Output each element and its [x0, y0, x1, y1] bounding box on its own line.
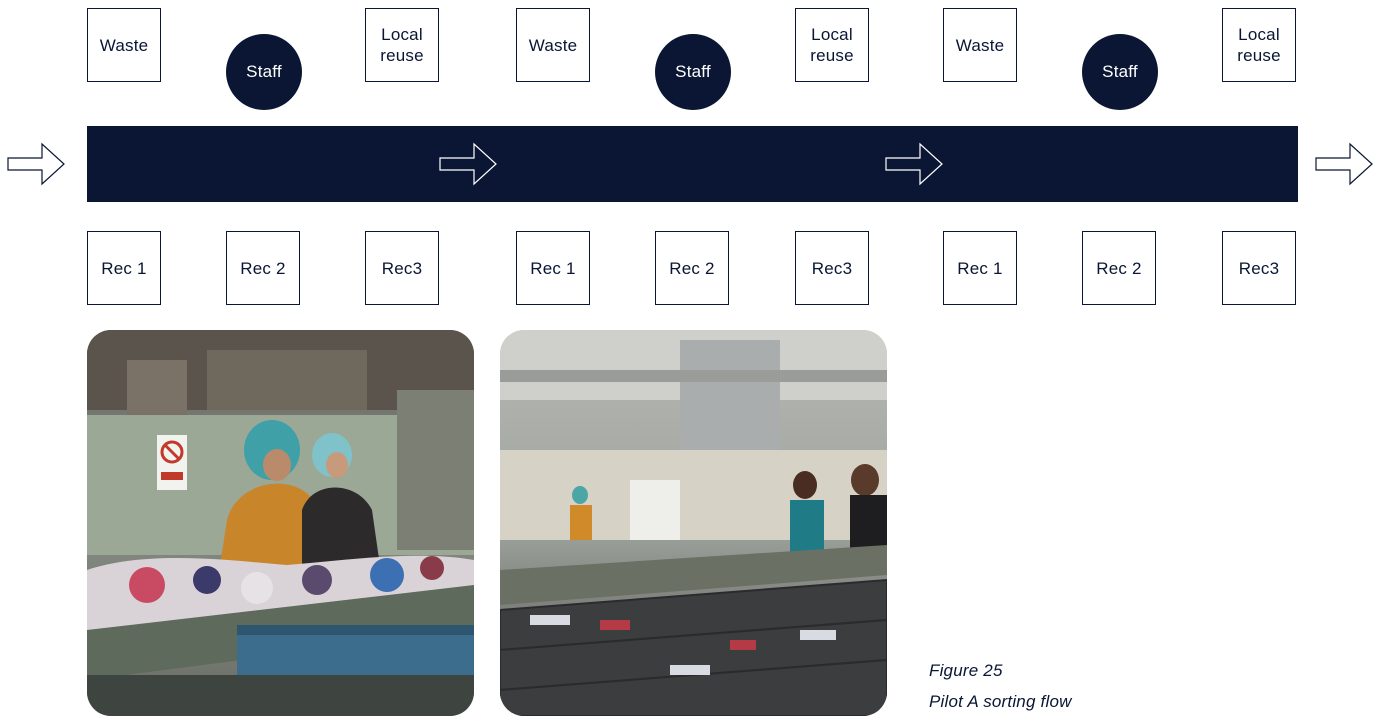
rec-3-box-2: Rec3	[795, 231, 869, 305]
conveyor-belt	[87, 126, 1298, 202]
staff-circle-3: Staff	[1082, 34, 1158, 110]
rec-1-box-1: Rec 1	[87, 231, 161, 305]
staff-circle-1: Staff	[226, 34, 302, 110]
arrow-right-icon	[1315, 142, 1373, 186]
waste-box-2: Waste	[516, 8, 590, 82]
rec-1-box-2: Rec 1	[516, 231, 590, 305]
waste-box-1: Waste	[87, 8, 161, 82]
arrow-right-icon	[439, 142, 497, 186]
local-reuse-box-3: Local reuse	[1222, 8, 1296, 82]
rec-3-box-1: Rec3	[365, 231, 439, 305]
arrow-right-icon	[7, 142, 65, 186]
arrow-right-icon	[885, 142, 943, 186]
figure-number: Figure 25	[929, 661, 1003, 680]
local-reuse-box-2: Local reuse	[795, 8, 869, 82]
rec-2-box-3: Rec 2	[1082, 231, 1156, 305]
rec-2-box-2: Rec 2	[655, 231, 729, 305]
sorting-hall-photo	[500, 330, 887, 716]
waste-box-3: Waste	[943, 8, 1017, 82]
staff-circle-2: Staff	[655, 34, 731, 110]
local-reuse-box-1: Local reuse	[365, 8, 439, 82]
rec-1-box-3: Rec 1	[943, 231, 1017, 305]
figure-title: Pilot A sorting flow	[929, 692, 1072, 711]
rec-2-box-1: Rec 2	[226, 231, 300, 305]
sorting-workers-photo	[87, 330, 474, 716]
rec-3-box-3: Rec3	[1222, 231, 1296, 305]
